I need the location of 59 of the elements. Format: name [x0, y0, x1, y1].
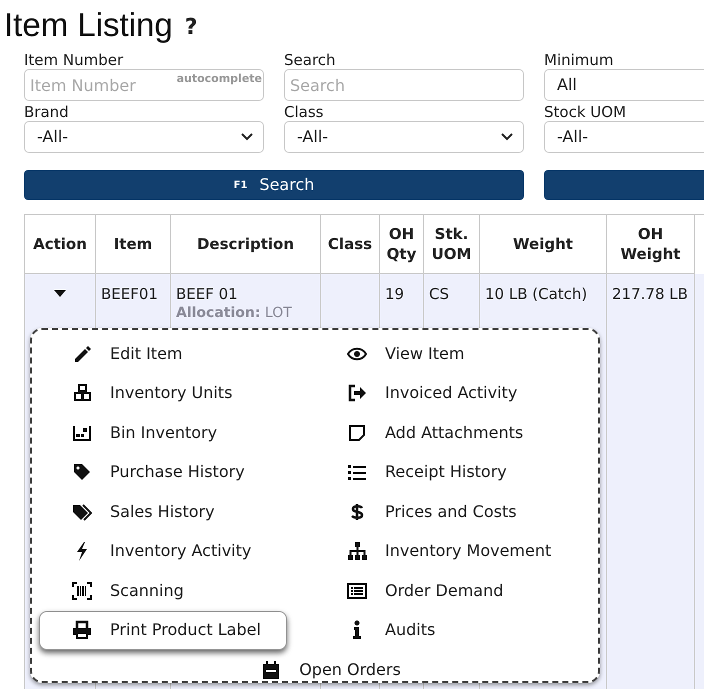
- table-cell: 217.78 LB: [612, 284, 689, 304]
- menu-item[interactable]: Receipt History: [315, 452, 590, 492]
- chevron-icon: [501, 133, 513, 141]
- tags-icon: [72, 502, 92, 522]
- menu-item[interactable]: Edit Item: [40, 334, 315, 374]
- menu-item[interactable]: Sales History: [40, 492, 315, 532]
- list-icon: [347, 462, 367, 482]
- field-label: Brand: [24, 103, 70, 121]
- menu-item[interactable]: Purchase History: [40, 452, 315, 492]
- menu-item[interactable]: Bin Inventory: [40, 413, 315, 452]
- printer-icon: [72, 620, 92, 640]
- menu-item[interactable]: Add Attachments: [315, 413, 590, 452]
- field-label: Search: [284, 51, 337, 69]
- table-cell-text: 10 LB (Catch): [485, 284, 588, 304]
- table-cell-text: 19: [385, 284, 406, 304]
- menu-item[interactable]: Print Product Label: [39, 610, 287, 650]
- menu-item[interactable]: Inventory Movement: [315, 532, 590, 571]
- field-label: Class: [284, 103, 324, 121]
- select-field[interactable]: -All-: [284, 121, 524, 153]
- menu-item[interactable]: Inventory Activity: [40, 532, 315, 571]
- sitemap-icon: [347, 541, 367, 562]
- sign-out-icon: [347, 383, 367, 404]
- select-field[interactable]: -All-: [544, 121, 704, 153]
- calendar-icon: [261, 660, 282, 680]
- select-value: All: [556, 74, 578, 96]
- select-value: -All-: [296, 126, 330, 148]
- select-field[interactable]: -All-: [24, 121, 264, 153]
- field-label: Item Number: [24, 51, 124, 69]
- text-field[interactable]: Search: [284, 69, 524, 101]
- table-cell-text: CS: [429, 284, 450, 304]
- allocation-text: Allocation: LOT: [176, 304, 293, 322]
- pencil-icon: [72, 344, 92, 364]
- search-button[interactable]: F1 Search: [24, 170, 524, 200]
- field-label: Stock UOM: [544, 103, 628, 121]
- autocomplete-hint: autocomplete: [176, 71, 262, 87]
- menu-item[interactable]: Inventory Units: [40, 374, 315, 413]
- select-value: -All-: [36, 126, 70, 148]
- menu-item[interactable]: View Item: [315, 334, 590, 374]
- select-value: -All-: [556, 126, 590, 148]
- caret-down-icon[interactable]: [54, 290, 66, 297]
- select-field[interactable]: All: [544, 69, 704, 101]
- field-label: Minimum: [544, 51, 615, 69]
- cubes-icon: [72, 383, 92, 404]
- menu-item[interactable]: Order Demand: [315, 571, 590, 610]
- menu-item[interactable]: Open Orders: [40, 650, 590, 689]
- chevron-icon: [241, 133, 253, 141]
- menu-item[interactable]: Scanning: [40, 571, 315, 610]
- menu-item[interactable]: Invoiced Activity: [315, 374, 590, 413]
- barcode-icon: [72, 580, 92, 601]
- page-title: Item Listing: [4, 8, 173, 40]
- table-cell-text: BEEF01: [101, 284, 159, 304]
- help-icon[interactable]: ?: [184, 10, 198, 44]
- key-hint: F1: [234, 178, 248, 192]
- menu-item[interactable]: Audits: [315, 610, 590, 650]
- list-alt-icon: [347, 580, 367, 601]
- menu-item[interactable]: Prices and Costs: [315, 492, 590, 532]
- note-icon: [347, 422, 367, 443]
- tag-icon: [72, 462, 92, 482]
- table-cell-text: BEEF 01: [176, 284, 239, 304]
